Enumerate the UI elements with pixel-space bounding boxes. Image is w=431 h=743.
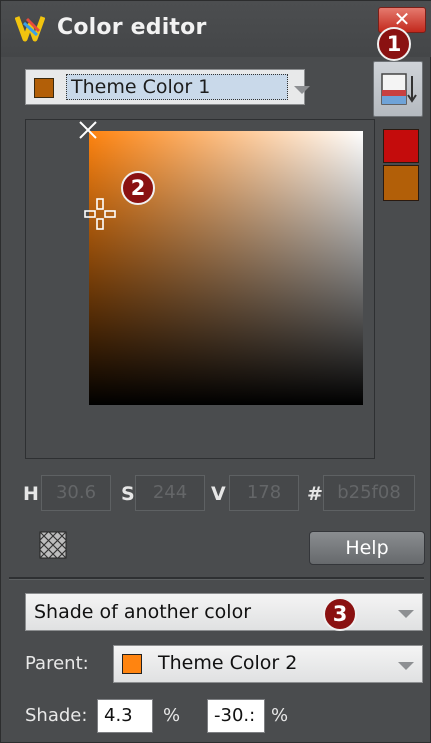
shade-unit: % — [163, 705, 181, 726]
color-swatch — [34, 78, 54, 98]
color-editor-window: Color editor ✕ 1 Theme Color 1 2 H 30.6 … — [0, 0, 431, 743]
shade-value-input[interactable]: 4.3 — [97, 699, 153, 733]
new-color-swatch — [383, 129, 419, 163]
callout-badge-1: 1 — [377, 27, 411, 61]
xara-logo-icon — [15, 16, 45, 42]
shade-label: Shade: — [25, 705, 88, 726]
section-divider — [9, 577, 424, 580]
checker-transparency-icon[interactable] — [39, 531, 67, 559]
parent-color-select[interactable]: Theme Color 2 — [113, 645, 423, 683]
h-input[interactable]: 30.6 — [41, 475, 111, 511]
crosshair-icon[interactable] — [83, 197, 117, 231]
s-label: S — [121, 483, 135, 505]
x-marker-icon[interactable] — [77, 119, 99, 141]
original-color-swatch[interactable] — [383, 165, 419, 201]
color-type-select[interactable]: Shade of another color — [25, 593, 423, 631]
color-type-value: Shade of another color — [34, 601, 252, 623]
side-panel-toggle-icon — [381, 73, 417, 105]
hex-label: # — [307, 483, 323, 505]
parent-color-swatch — [122, 654, 142, 674]
shade-second-unit: % — [271, 705, 289, 726]
title-bar[interactable]: Color editor ✕ — [1, 1, 431, 57]
v-input[interactable]: 178 — [229, 475, 299, 511]
s-input[interactable]: 244 — [135, 475, 205, 511]
chevron-down-icon — [294, 86, 310, 94]
shade-second-input[interactable]: -30.: — [207, 699, 265, 733]
callout-badge-2: 2 — [121, 171, 155, 205]
callout-badge-3: 3 — [323, 597, 357, 631]
side-panel-button[interactable] — [373, 61, 423, 117]
help-button[interactable]: Help — [309, 531, 425, 565]
v-label: V — [211, 483, 226, 505]
chevron-down-icon — [398, 662, 414, 670]
h-label: H — [23, 483, 39, 505]
chevron-down-icon — [398, 610, 414, 618]
color-select[interactable]: Theme Color 1 — [25, 69, 310, 105]
hex-input[interactable]: b25f08 — [323, 475, 415, 511]
window-title: Color editor — [57, 15, 207, 40]
parent-label: Parent: — [25, 653, 89, 674]
color-select-value: Theme Color 1 — [66, 74, 288, 100]
parent-select-value: Theme Color 2 — [158, 652, 298, 674]
